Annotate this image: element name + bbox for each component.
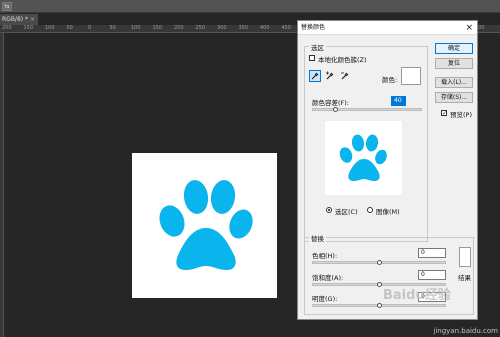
lightness-slider-thumb[interactable] bbox=[377, 303, 382, 308]
radio-image[interactable] bbox=[367, 207, 373, 213]
lightness-label: 明度(G): bbox=[312, 295, 338, 303]
ruler-tick-label: 300 bbox=[217, 25, 227, 31]
ruler-tick-label: 200 bbox=[174, 25, 184, 31]
selection-preview bbox=[325, 121, 402, 195]
saturation-label: 饱和度(A): bbox=[312, 274, 344, 282]
preview-label: 预览(P) bbox=[450, 111, 472, 119]
preview-paw-icon bbox=[339, 134, 387, 181]
selection-group-label: 选区 bbox=[309, 42, 326, 52]
eyedropper-plus-icon bbox=[326, 71, 334, 80]
ruler-tick-label: 100 bbox=[45, 25, 55, 31]
ruler-tick-label: 50 bbox=[66, 25, 73, 31]
color-label: 颜色: bbox=[382, 76, 398, 84]
eyedropper-button[interactable] bbox=[309, 70, 321, 82]
dialog-title: 替换颜色 bbox=[301, 24, 326, 31]
ruler-tick-label: 50 bbox=[109, 25, 116, 31]
ruler-tick-label: 100 bbox=[131, 25, 141, 31]
ruler-tick-label: 450 bbox=[281, 25, 292, 31]
saturation-slider-thumb[interactable] bbox=[377, 282, 382, 287]
hue-label: 色相(H): bbox=[312, 252, 338, 260]
localized-clusters-label: 本地化颜色簇(Z) bbox=[318, 56, 367, 64]
eyedropper-minus-icon bbox=[341, 72, 349, 80]
paw-icon bbox=[159, 180, 253, 270]
ruler-tick-label: 400 bbox=[260, 25, 270, 31]
load-button[interactable]: 载入(L)... bbox=[435, 77, 473, 88]
saturation-input[interactable]: 0 bbox=[418, 270, 446, 280]
eyedropper-subtract-button[interactable] bbox=[339, 70, 351, 82]
ok-button[interactable]: 确定 bbox=[435, 43, 473, 54]
watermark-url: jingyan.baidu.com bbox=[433, 327, 498, 335]
replace-color-dialog: 替换颜色 × 选区 本地化颜色簇(Z) 颜色: 颜色容差(F): 40 选区(C… bbox=[297, 20, 478, 320]
document-canvas[interactable] bbox=[132, 153, 277, 298]
close-tab-icon[interactable]: × bbox=[30, 16, 35, 23]
preview-checkbox[interactable]: ✓ bbox=[441, 110, 447, 117]
options-bar: ⇆ bbox=[0, 0, 500, 13]
vertical-ruler bbox=[0, 33, 4, 337]
radio-selection-label: 选区(C) bbox=[335, 208, 358, 216]
reset-button[interactable]: 复位 bbox=[435, 58, 473, 69]
color-swatch[interactable] bbox=[401, 67, 421, 85]
close-icon[interactable]: × bbox=[465, 21, 473, 35]
fuzziness-slider-track[interactable] bbox=[312, 108, 422, 111]
replacement-group-label: 替换 bbox=[309, 233, 326, 243]
result-swatch[interactable] bbox=[459, 247, 471, 267]
fuzziness-slider-thumb[interactable] bbox=[333, 107, 338, 112]
ruler-tick-label: 200 bbox=[2, 25, 12, 31]
fuzziness-input[interactable]: 40 bbox=[391, 96, 406, 106]
localized-clusters-checkbox[interactable] bbox=[309, 55, 315, 61]
eyedropper-icon bbox=[311, 72, 319, 80]
dialog-titlebar: 替换颜色 × bbox=[298, 21, 477, 35]
tool-options-button[interactable]: ⇆ bbox=[2, 2, 12, 11]
result-label: 结果 bbox=[458, 274, 471, 282]
hue-slider-thumb[interactable] bbox=[377, 260, 382, 265]
document-tab-label: RGB/8) * bbox=[2, 16, 29, 23]
ruler-tick-label: 150 bbox=[152, 25, 163, 31]
watermark-logo: Baidu经验 bbox=[383, 288, 451, 303]
ruler-tick-label: 250 bbox=[195, 25, 206, 31]
hue-input[interactable]: 0 bbox=[418, 248, 446, 258]
document-tab[interactable]: RGB/8) * × bbox=[0, 14, 38, 25]
fuzziness-label: 颜色容差(F): bbox=[312, 99, 350, 107]
ruler-tick-label: 150 bbox=[23, 25, 34, 31]
eyedropper-add-button[interactable] bbox=[324, 70, 336, 82]
save-button[interactable]: 存储(S)... bbox=[435, 92, 473, 103]
ruler-tick-label: 350 bbox=[238, 25, 249, 31]
radio-selection[interactable] bbox=[326, 207, 332, 213]
ruler-tick-label: 0 bbox=[88, 25, 92, 31]
radio-image-label: 图像(M) bbox=[376, 208, 400, 216]
